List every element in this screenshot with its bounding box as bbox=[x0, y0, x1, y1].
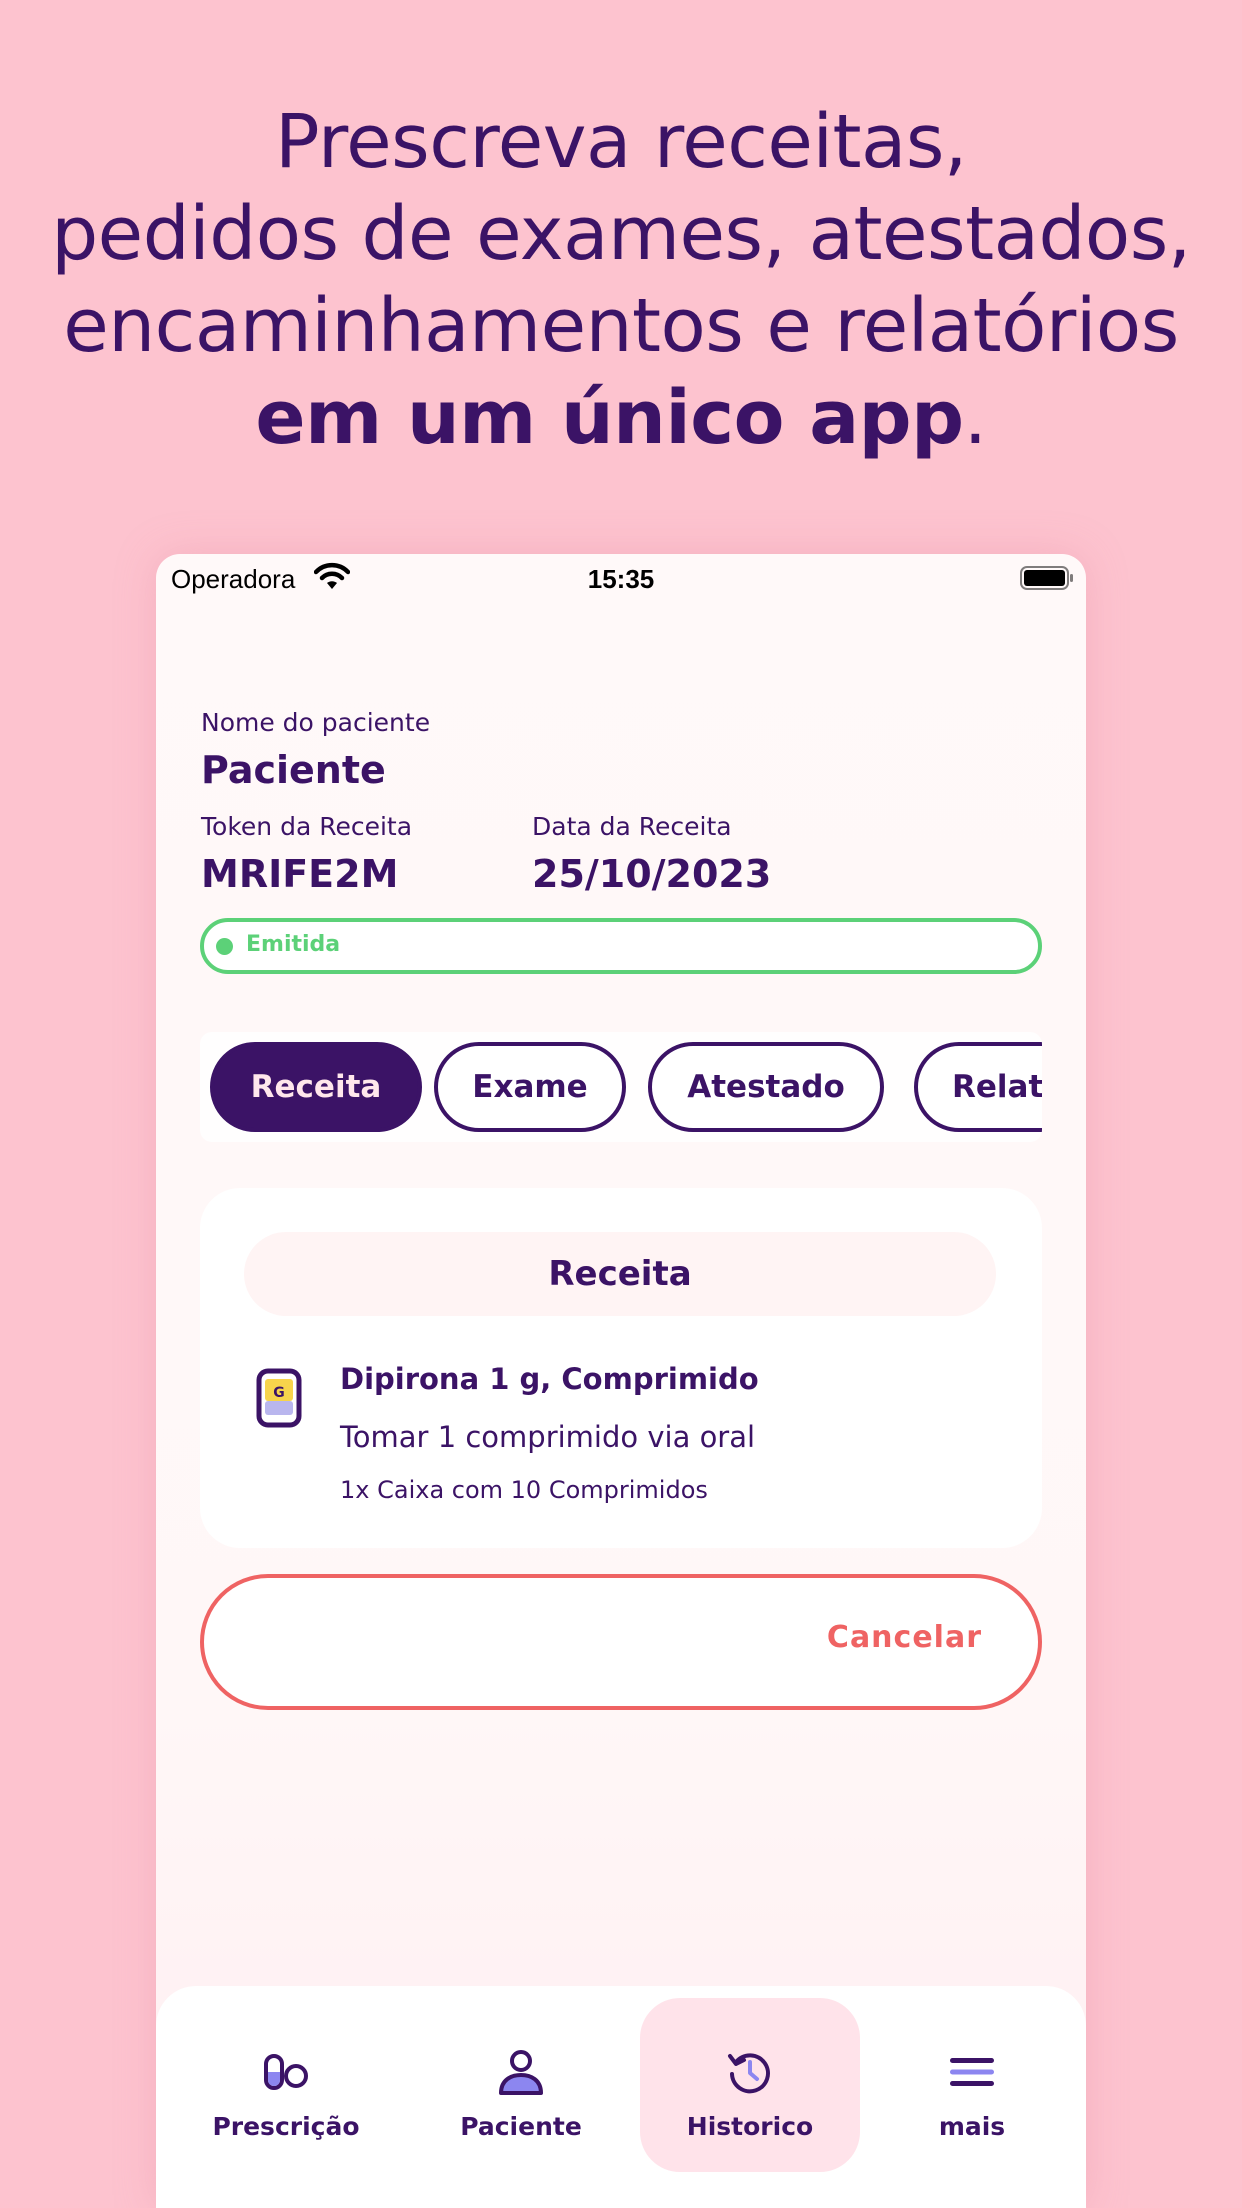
menu-icon bbox=[950, 2058, 994, 2086]
nav-item-prescricao[interactable]: Prescrição bbox=[166, 1998, 406, 2172]
cancel-button-label: Cancelar bbox=[826, 1620, 982, 1655]
status-dot-icon bbox=[216, 938, 233, 955]
nav-label-mais: mais bbox=[938, 2112, 1006, 2141]
status-badge-label: Emitida bbox=[246, 932, 341, 957]
nav-label-paciente: Paciente bbox=[460, 2112, 582, 2141]
history-icon bbox=[728, 2053, 770, 2094]
person-icon bbox=[499, 2050, 543, 2095]
tab-relatorio[interactable]: Relat bbox=[914, 1042, 1042, 1132]
cancel-button[interactable]: Cancelar bbox=[200, 1574, 1042, 1710]
headline-line-2: pedidos de exames, atestados, bbox=[51, 191, 1191, 277]
pills-icon bbox=[264, 2054, 308, 2090]
medicine-icon: G bbox=[256, 1368, 302, 1428]
battery-icon bbox=[1020, 566, 1073, 590]
medicine-name: Dipirona 1 g, Comprimido bbox=[340, 1362, 759, 1396]
nav-item-paciente[interactable]: Paciente bbox=[416, 1998, 626, 2172]
nav-item-mais[interactable]: mais bbox=[872, 1998, 1072, 2172]
nav-label-prescricao: Prescrição bbox=[212, 2112, 360, 2141]
tab-exame[interactable]: Exame bbox=[434, 1042, 626, 1132]
medicine-quantity: 1x Caixa com 10 Comprimidos bbox=[340, 1476, 708, 1504]
headline-bold: em um único app bbox=[255, 375, 964, 461]
headline-period: . bbox=[963, 375, 988, 461]
date-label: Data da Receita bbox=[532, 812, 732, 841]
headline-line-4: em um único app. bbox=[0, 372, 1242, 464]
document-type-tabs[interactable]: Receita Exame Atestado Relat bbox=[200, 1032, 1042, 1142]
tab-atestado[interactable]: Atestado bbox=[648, 1042, 884, 1132]
tab-receita[interactable]: Receita bbox=[210, 1042, 422, 1132]
bottom-navigation: Prescrição Paciente Historico mais bbox=[156, 1986, 1086, 2208]
patient-name-value: Paciente bbox=[201, 748, 386, 792]
medicine-icon-letter: G bbox=[273, 1385, 285, 1401]
headline-line-1: Prescreva receitas, bbox=[275, 99, 967, 185]
date-value: 25/10/2023 bbox=[532, 852, 772, 896]
medicine-instructions: Tomar 1 comprimido via oral bbox=[340, 1420, 756, 1454]
clock: 15:35 bbox=[587, 564, 655, 594]
status-bar: Operadora 15:35 bbox=[156, 554, 1086, 602]
patient-name-label: Nome do paciente bbox=[201, 708, 431, 737]
token-value: MRIFE2M bbox=[201, 852, 399, 896]
nav-item-historico[interactable]: Historico bbox=[640, 1998, 860, 2172]
status-badge: Emitida bbox=[200, 918, 1042, 974]
prescription-card: Receita G Dipirona 1 g, Comprimido Tomar… bbox=[200, 1188, 1042, 1548]
card-title: Receita bbox=[244, 1232, 996, 1316]
phone-screen: Operadora 15:35 Nome do paciente Pacient… bbox=[156, 554, 1086, 2208]
nav-label-historico: Historico bbox=[686, 2112, 814, 2141]
headline: Prescreva receitas, pedidos de exames, a… bbox=[0, 96, 1242, 464]
token-label: Token da Receita bbox=[201, 812, 413, 841]
headline-line-3: encaminhamentos e relatórios bbox=[63, 283, 1179, 369]
